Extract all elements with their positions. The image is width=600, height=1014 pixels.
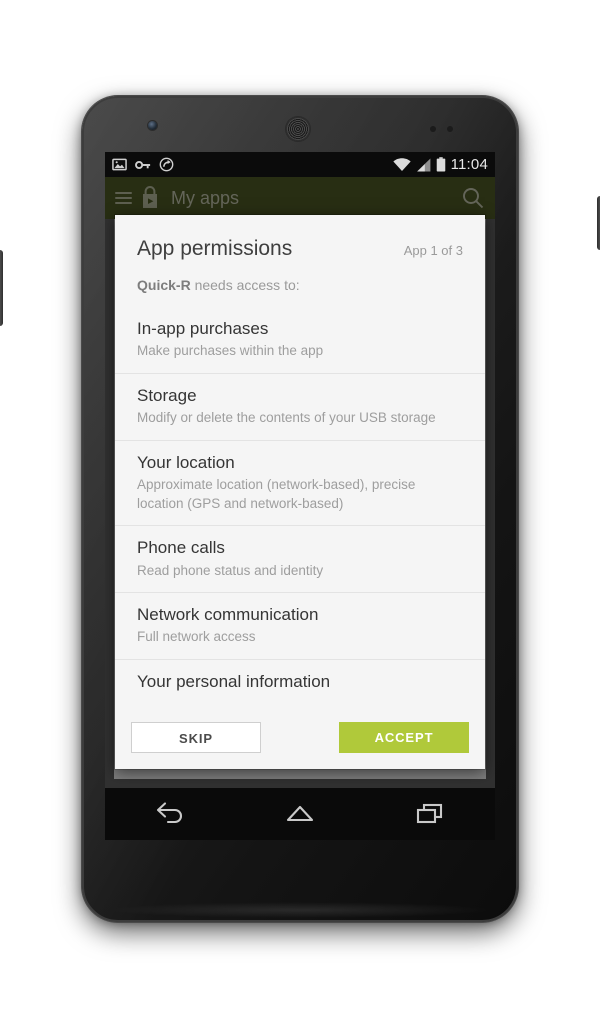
action-bar-title: My apps xyxy=(171,187,240,208)
status-bar-clock: 11:04 xyxy=(450,156,488,173)
permission-title: Network communication xyxy=(137,605,319,625)
earpiece-speaker-icon xyxy=(286,117,310,141)
vpn-key-icon xyxy=(135,160,151,169)
status-bar-left-icons xyxy=(112,157,174,172)
skip-button[interactable]: SKIP xyxy=(131,722,261,754)
permission-item-your-location[interactable]: Your location Approximate location (netw… xyxy=(115,439,485,526)
wifi-icon xyxy=(392,157,411,171)
phone-screen: 11:04 My apps BombSquad Remo xyxy=(105,152,495,840)
volume-button[interactable] xyxy=(0,250,3,326)
back-arrow-icon[interactable] xyxy=(142,796,198,832)
search-icon[interactable] xyxy=(461,186,485,210)
home-icon[interactable] xyxy=(272,796,328,832)
permission-description: Make purchases within the app xyxy=(137,343,324,359)
accept-button[interactable]: ACCEPT xyxy=(339,722,469,754)
permission-item-in-app-purchases[interactable]: In-app purchases Make purchases within t… xyxy=(115,307,485,373)
permission-title: Storage xyxy=(137,385,197,405)
permission-title: Phone calls xyxy=(137,538,225,558)
bezel-bottom-gloss xyxy=(108,902,492,918)
recent-apps-icon[interactable] xyxy=(402,796,458,832)
permission-description: Full network access xyxy=(137,629,256,645)
status-bar: 11:04 xyxy=(105,152,495,177)
action-bar: My apps xyxy=(105,177,495,219)
permission-list: In-app purchases Make purchases within t… xyxy=(115,307,485,712)
call-forward-icon xyxy=(159,157,174,172)
needs-access-label: needs access to: xyxy=(190,277,300,293)
hamburger-menu-icon[interactable] xyxy=(115,192,132,204)
permission-description: Modify or delete the contents of your US… xyxy=(137,410,436,426)
proximity-sensor-icon xyxy=(430,126,436,132)
play-store-bag-icon[interactable] xyxy=(139,186,161,210)
navigation-bar xyxy=(105,788,495,840)
permission-item-phone-calls[interactable]: Phone calls Read phone status and identi… xyxy=(115,525,485,592)
screenshot-icon xyxy=(112,158,127,171)
permission-item-storage[interactable]: Storage Modify or delete the contents of… xyxy=(115,372,485,440)
permission-title: Your personal information xyxy=(137,672,331,691)
permission-description: Approximate location (network-based), pr… xyxy=(137,477,416,511)
battery-icon xyxy=(436,157,445,172)
app-permissions-dialog: App permissions App 1 of 3 Quick-R needs… xyxy=(115,215,485,770)
permission-title: Your location xyxy=(137,452,235,472)
permission-description: Read phone status and identity xyxy=(137,562,324,578)
front-camera-icon xyxy=(148,121,157,130)
screenshot-stage: 11:04 My apps BombSquad Remo xyxy=(0,0,600,1014)
app-counter-badge: App 1 of 3 xyxy=(403,243,463,258)
dialog-actions: SKIP ACCEPT xyxy=(115,712,485,769)
dialog-header: App permissions App 1 of 3 xyxy=(115,215,485,261)
permission-title: In-app purchases xyxy=(137,319,269,338)
light-sensor-icon xyxy=(447,126,453,132)
dialog-subtitle: Quick-R needs access to: xyxy=(115,261,485,307)
page-title: App permissions xyxy=(137,237,293,260)
cell-signal-icon xyxy=(416,158,430,171)
permission-item-your-personal-information[interactable]: Your personal information xyxy=(115,659,485,706)
status-bar-right-icons: 11:04 xyxy=(392,156,488,173)
permission-item-network-communication[interactable]: Network communication Full network acces… xyxy=(115,592,485,659)
app-name-label: Quick-R xyxy=(137,277,191,293)
